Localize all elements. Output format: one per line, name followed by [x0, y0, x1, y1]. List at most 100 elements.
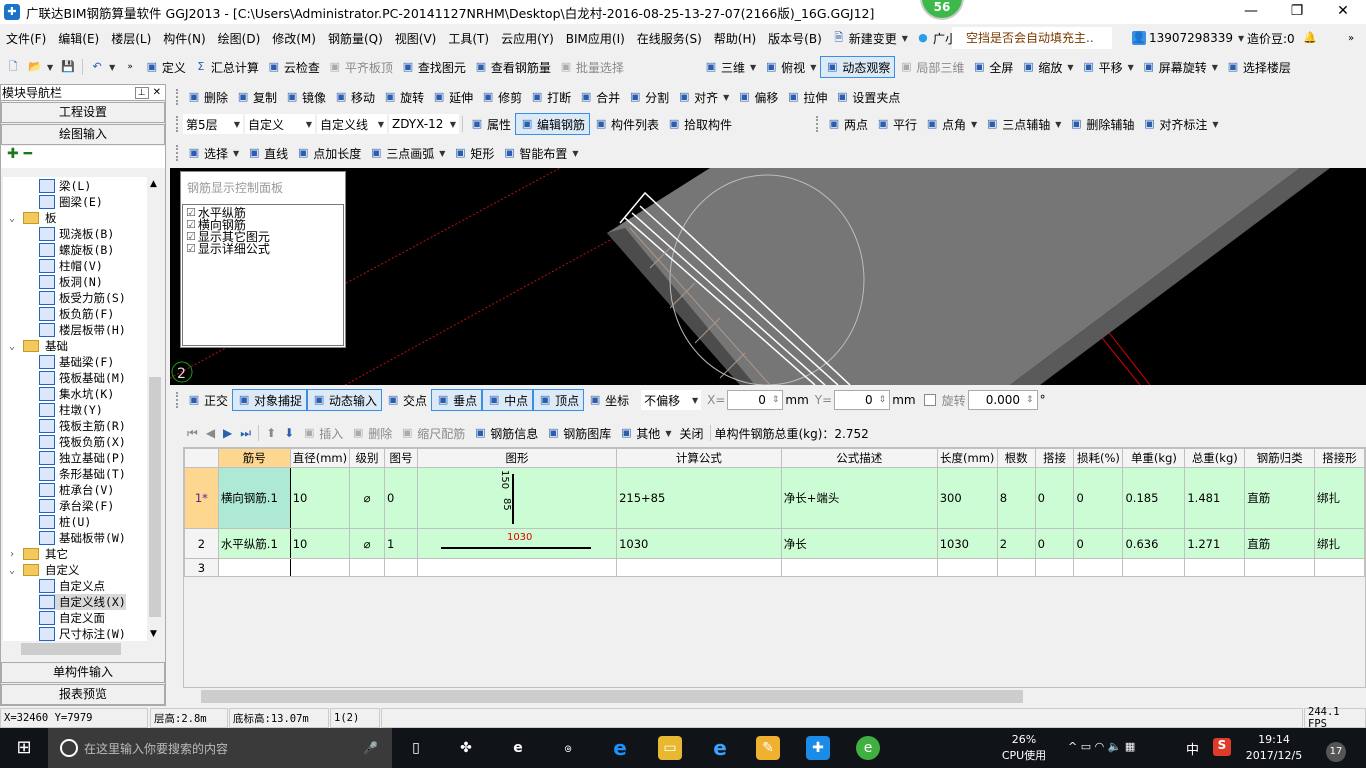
tree-item[interactable]: 承台梁(F): [39, 498, 114, 514]
cell-dia[interactable]: 10: [289, 467, 351, 529]
tree-vertical-scrollbar[interactable]: ▲ ▼: [147, 177, 163, 641]
cell-len[interactable]: [936, 558, 998, 577]
cell-formula[interactable]: 1030: [616, 528, 782, 559]
column-header[interactable]: 公式描述: [780, 448, 938, 468]
overflow-icon[interactable]: »: [1348, 33, 1354, 44]
column-header[interactable]: 级别: [349, 448, 386, 468]
minimize-button[interactable]: —: [1228, 0, 1274, 24]
rebar-info-button[interactable]: ▣ 钢筋信息: [469, 422, 542, 444]
extend-button[interactable]: ▣ 延伸: [428, 86, 477, 108]
midpoint-button[interactable]: ▣ 中点: [482, 389, 534, 411]
browser-e-icon[interactable]: e: [506, 736, 530, 760]
column-header[interactable]: 搭接形: [1314, 448, 1365, 468]
cell-fig[interactable]: [384, 558, 418, 577]
cell-name[interactable]: [217, 558, 291, 577]
column-header[interactable]: 筋号: [217, 448, 291, 468]
cell-idx[interactable]: 3: [184, 558, 219, 577]
component-list-button[interactable]: ▣ 构件列表: [590, 113, 663, 135]
cell-lap[interactable]: [1034, 558, 1075, 577]
column-header[interactable]: 图形: [416, 448, 618, 468]
cell-idx[interactable]: 2: [184, 528, 219, 559]
column-header[interactable]: 根数: [996, 448, 1036, 468]
coordinate-button[interactable]: ▣ 坐标: [584, 389, 633, 411]
component-type-select[interactable]: 自定义 ▼: [245, 114, 315, 134]
arc-button[interactable]: ▣ 三点画弧 ▼: [365, 142, 449, 164]
tree-item[interactable]: 基础板带(W): [39, 530, 126, 546]
edit-rebar-button[interactable]: ▣ 编辑钢筋: [515, 113, 591, 135]
cell-count[interactable]: [996, 558, 1036, 577]
table-row[interactable]: 1* 横向钢筋.1 10 ⌀ 0 150 85 215+85 净长+端头 300 8 0 0 0.185 1…: [184, 467, 1365, 529]
notice-ticker[interactable]: 空挡是否会自动填充主..: [952, 27, 1112, 49]
toolbar-grip[interactable]: [816, 116, 819, 132]
last-record-button[interactable]: ⏭: [236, 422, 255, 444]
clock[interactable]: 19:14 2017/12/5: [1244, 732, 1304, 764]
cell-shape[interactable]: 1030: [416, 528, 618, 559]
cell-cat[interactable]: 直筋: [1244, 467, 1316, 529]
windows-start-icon[interactable]: ⊞: [12, 736, 36, 760]
cell-idx[interactable]: 1*: [184, 467, 219, 529]
task-view-icon[interactable]: ▯: [404, 736, 428, 760]
cell-formula[interactable]: [616, 558, 782, 577]
tree-horizontal-scrollbar[interactable]: [3, 641, 163, 657]
tree-item[interactable]: 楼层板带(H): [39, 322, 126, 338]
column-header[interactable]: 计算公式: [616, 448, 782, 468]
ortho-button[interactable]: ▣ 正交: [183, 389, 232, 411]
menu-item[interactable]: 文件(F): [0, 30, 52, 47]
delete-button[interactable]: ▣ 删除: [347, 422, 396, 444]
chevron-down-icon[interactable]: ⌄: [9, 341, 23, 352]
insert-button[interactable]: ▣ 插入: [298, 422, 347, 444]
cell-lap[interactable]: 0: [1034, 528, 1075, 559]
other-button[interactable]: ▣ 其他 ▼: [615, 422, 675, 444]
menu-item[interactable]: 帮助(H): [708, 30, 762, 47]
chevron-down-icon[interactable]: ⌄: [9, 565, 23, 576]
tab-drawing-input[interactable]: 绘图输入: [1, 124, 165, 145]
cell-name[interactable]: 横向钢筋.1: [217, 467, 291, 529]
tree-folder[interactable]: › 其它: [9, 546, 68, 562]
cell-unit_w[interactable]: [1122, 558, 1186, 577]
tree-item[interactable]: 条形基础(T): [39, 466, 126, 482]
scale-rebar-button[interactable]: ▣ 缩尺配筋: [396, 422, 469, 444]
trim-button[interactable]: ▣ 修剪: [477, 86, 526, 108]
column-header[interactable]: 直径(mm): [289, 448, 351, 468]
cell-total_w[interactable]: [1184, 558, 1246, 577]
tree-item[interactable]: 集水坑(K): [39, 386, 114, 402]
line-button[interactable]: ▣ 直线: [243, 142, 292, 164]
tree-item[interactable]: 桩(U): [39, 514, 91, 530]
move-button[interactable]: ▣ 移动: [330, 86, 379, 108]
cell-unit_w[interactable]: 0.185: [1122, 467, 1186, 529]
binoculars-button[interactable]: ▣ 查找图元: [397, 56, 470, 78]
open-file-button[interactable]: 📂 ▼: [24, 56, 57, 78]
toolbar-grip[interactable]: [176, 392, 179, 408]
cell-cat[interactable]: [1244, 558, 1316, 577]
delete-axis-button[interactable]: ▣ 删除辅轴: [1065, 113, 1138, 135]
cell-fig[interactable]: 1: [384, 528, 418, 559]
microphone-icon[interactable]: 🎤: [363, 741, 378, 755]
rotate-input[interactable]: 0.000 ⇕: [967, 390, 1038, 410]
pick-button[interactable]: ▣ 拾取构件: [663, 113, 736, 135]
checkbox-icon[interactable]: ☑: [186, 243, 196, 255]
tab-report-preview[interactable]: 报表预览: [1, 684, 165, 705]
menu-item[interactable]: 在线服务(S): [631, 30, 708, 47]
taskbar-search[interactable]: 在这里输入你要搜索的内容 🎤: [48, 728, 392, 768]
cell-fig[interactable]: 0: [384, 467, 418, 529]
ie-icon[interactable]: e: [708, 736, 732, 760]
cell-cat[interactable]: 直筋: [1244, 528, 1316, 559]
point-angle-button[interactable]: ▣ 点角 ▼: [921, 113, 981, 135]
new-file-button[interactable]: 🗋: [2, 56, 24, 78]
define-button[interactable]: ▣ 定义: [141, 56, 190, 78]
menu-item[interactable]: 楼层(L): [105, 30, 157, 47]
tree-item[interactable]: 筏板负筋(X): [39, 434, 126, 450]
offset-button[interactable]: ▣ 偏移: [733, 86, 782, 108]
align-dimension-button[interactable]: ▣ 对齐标注 ▼: [1138, 113, 1222, 135]
toolbar-grip[interactable]: [176, 89, 179, 105]
cloud-check-button[interactable]: ▣ 云检查: [263, 56, 324, 78]
scroll-thumb[interactable]: [149, 377, 161, 617]
component-name-select[interactable]: ZDYX-12 ▼: [389, 114, 459, 134]
cell-grade[interactable]: ⌀: [349, 528, 386, 559]
tree-item[interactable]: 板受力筋(S): [39, 290, 126, 306]
3d-viewport[interactable]: 2: [170, 168, 1366, 385]
split-button[interactable]: ▣ 分割: [624, 86, 673, 108]
menu-item[interactable]: 编辑(E): [52, 30, 105, 47]
properties-button[interactable]: ▣ 属性: [466, 113, 515, 135]
align-top-button[interactable]: ▣ 平齐板顶: [324, 56, 397, 78]
